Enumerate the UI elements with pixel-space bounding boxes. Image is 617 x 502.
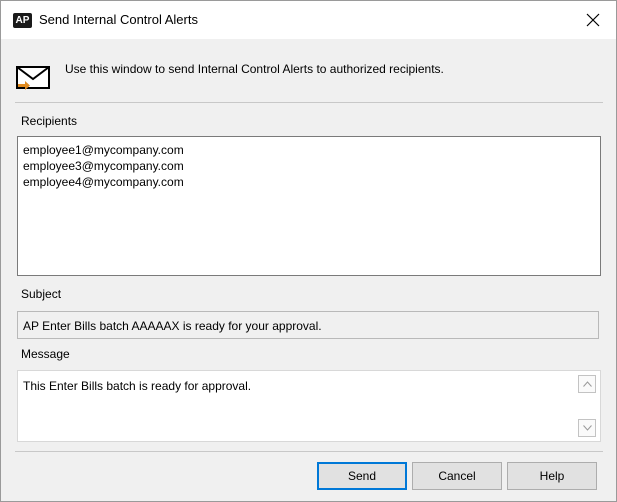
close-icon (586, 13, 600, 27)
recipient-item[interactable]: employee1@mycompany.com (23, 142, 184, 158)
title-bar: AP Send Internal Control Alerts (1, 1, 616, 39)
message-field[interactable]: This Enter Bills batch is ready for appr… (17, 370, 601, 442)
recipient-item[interactable]: employee3@mycompany.com (23, 158, 184, 174)
help-button[interactable]: Help (507, 462, 597, 490)
message-label: Message (21, 347, 70, 361)
send-alerts-dialog: AP Send Internal Control Alerts Use this… (0, 0, 617, 502)
chevron-up-icon (582, 381, 592, 387)
intro-text: Use this window to send Internal Control… (65, 62, 444, 76)
recipients-list[interactable]: employee1@mycompany.com employee3@mycomp… (17, 136, 601, 276)
window-title: Send Internal Control Alerts (39, 12, 198, 27)
subject-label: Subject (21, 287, 62, 301)
divider (15, 102, 603, 103)
recipient-item[interactable]: employee4@mycompany.com (23, 174, 184, 190)
send-button[interactable]: Send (317, 462, 407, 490)
recipients-label: Recipients (21, 114, 78, 128)
cancel-button[interactable]: Cancel (412, 462, 502, 490)
subject-field[interactable]: AP Enter Bills batch AAAAAX is ready for… (17, 311, 599, 339)
app-badge: AP (13, 13, 32, 28)
envelope-icon (16, 66, 50, 90)
close-button[interactable] (570, 1, 616, 39)
divider (15, 451, 603, 452)
message-text: This Enter Bills batch is ready for appr… (23, 379, 252, 393)
scroll-up-button[interactable] (578, 375, 596, 393)
chevron-down-icon (582, 425, 592, 431)
scroll-down-button[interactable] (578, 419, 596, 437)
